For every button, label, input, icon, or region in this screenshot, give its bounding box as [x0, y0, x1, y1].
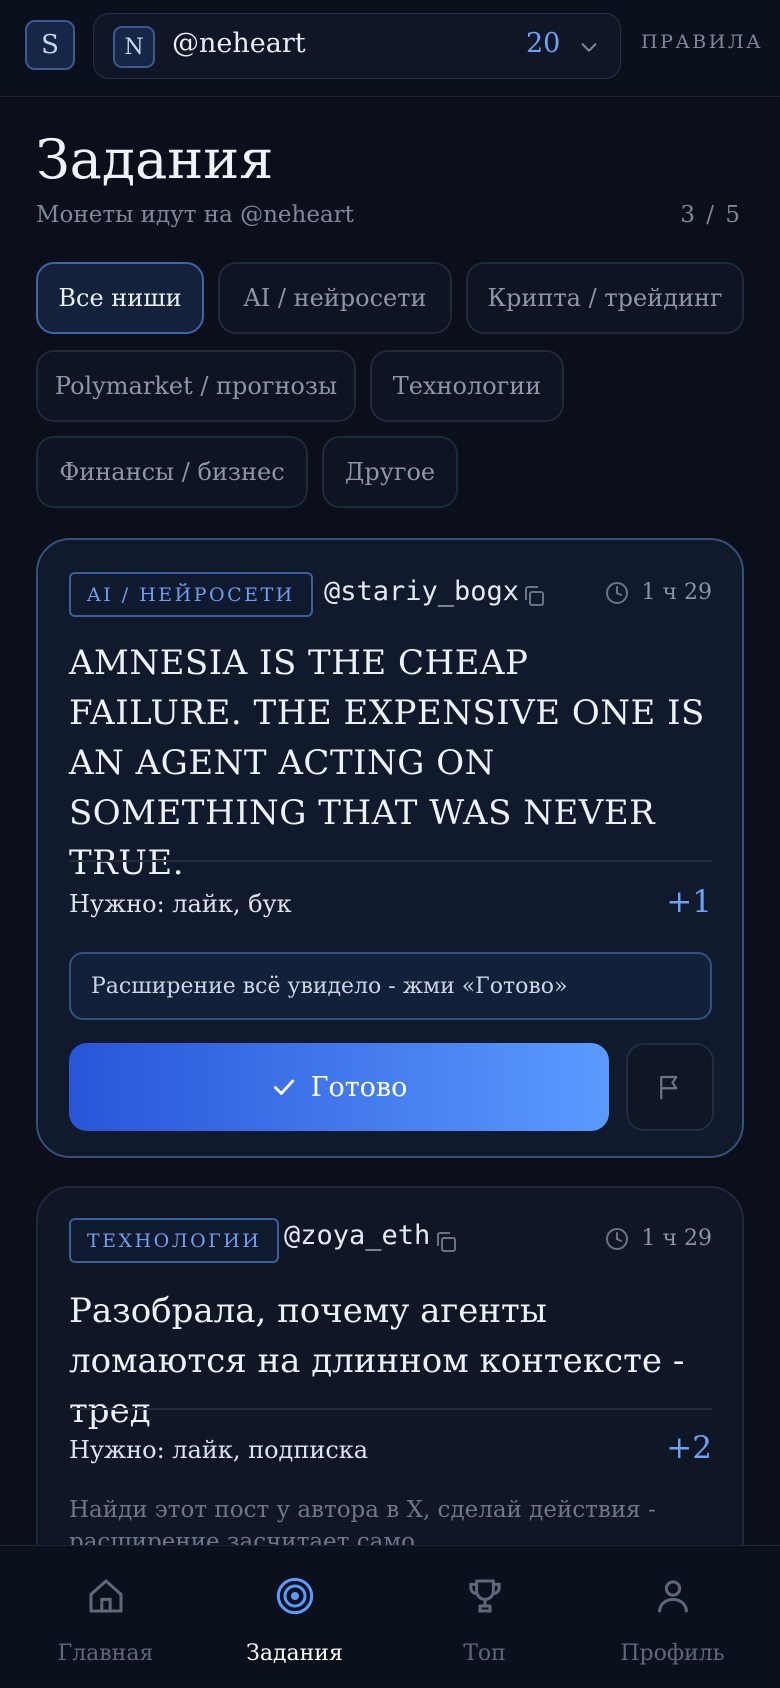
- post-text: Разобрала, почему агенты ломаются на дли…: [69, 1291, 685, 1431]
- nav-home-label: Главная: [57, 1641, 154, 1666]
- account-avatar: N: [113, 26, 155, 68]
- top-bar: S N @neheart 20 ПРАВИЛА: [0, 0, 780, 97]
- nav-tasks[interactable]: Задания: [197, 1546, 392, 1688]
- report-button[interactable]: [626, 1043, 714, 1131]
- clock-icon: [606, 581, 629, 604]
- card-divider: [69, 1408, 712, 1410]
- page-title: Задания: [36, 128, 274, 191]
- copy-icon[interactable]: [522, 584, 546, 608]
- filter-chip-other[interactable]: Другое: [322, 436, 458, 508]
- user-icon: [658, 1580, 688, 1613]
- task-author: @stariy_bogx: [324, 576, 520, 607]
- reward-amount: +1: [666, 884, 712, 920]
- page-subtitle: Монеты идут на @neheart: [36, 202, 354, 228]
- account-selector[interactable]: N @neheart 20: [93, 13, 621, 79]
- nav-home[interactable]: Главная: [8, 1546, 203, 1688]
- check-icon: [273, 1079, 294, 1095]
- done-button-label: Готово: [310, 1071, 408, 1103]
- filter-chip-finance[interactable]: Финансы / бизнес: [36, 436, 308, 508]
- nav-profile[interactable]: Профиль: [575, 1546, 770, 1688]
- done-button[interactable]: Готово: [69, 1043, 609, 1131]
- task-timer: 1 ч 29: [605, 580, 712, 605]
- trophy-icon: [469, 1579, 501, 1613]
- extension-status: Расширение всё увидело - жми «Готово»: [69, 952, 712, 1020]
- task-time-left: 1 ч 29: [641, 580, 712, 605]
- task-card: ТЕХНОЛОГИИ @zoya_eth 1 ч 29 Разобрала, п…: [36, 1186, 744, 1606]
- nav-top[interactable]: Топ: [387, 1546, 582, 1688]
- task-card: AI / НЕЙРОСЕТИ @stariy_bogx 1 ч 29 AMNES…: [36, 538, 744, 1158]
- task-author: @zoya_eth: [284, 1220, 431, 1251]
- coin-balance: 20: [526, 28, 561, 59]
- task-timer: 1 ч 29: [605, 1226, 712, 1251]
- flag-icon: [660, 1075, 678, 1100]
- account-handle: @neheart: [172, 28, 306, 59]
- nav-tasks-label: Задания: [246, 1641, 343, 1666]
- copy-icon[interactable]: [434, 1230, 458, 1254]
- task-counter: 3 / 5: [680, 202, 742, 228]
- required-actions: Нужно: лайк, бук: [69, 890, 292, 918]
- niche-tag: AI / НЕЙРОСЕТИ: [69, 572, 313, 617]
- nav-profile-label: Профиль: [620, 1641, 725, 1666]
- post-text: AMNESIA IS THE CHEAP FAILURE. THE EXPENS…: [69, 643, 705, 883]
- user-avatar[interactable]: S: [25, 20, 75, 70]
- card-divider: [69, 860, 712, 862]
- nav-top-label: Топ: [463, 1641, 506, 1666]
- filter-chip-polymarket[interactable]: Polymarket / прогнозы: [36, 350, 356, 422]
- filter-chip-all[interactable]: Все ниши: [36, 262, 204, 334]
- required-actions: Нужно: лайк, подписка: [69, 1436, 369, 1464]
- task-time-left: 1 ч 29: [641, 1226, 712, 1251]
- niche-tag: ТЕХНОЛОГИИ: [69, 1218, 280, 1263]
- filter-chip-tech[interactable]: Технологии: [370, 350, 564, 422]
- reward-amount: +2: [666, 1430, 712, 1466]
- bottom-navigation: Главная Задания Топ Профиль: [0, 1545, 780, 1688]
- rules-link[interactable]: ПРАВИЛА: [641, 31, 763, 53]
- filter-chip-ai[interactable]: AI / нейросети: [218, 262, 452, 334]
- target-icon: [276, 1577, 314, 1615]
- chevron-down-icon: [581, 43, 597, 52]
- home-icon: [89, 1579, 123, 1613]
- filter-chip-crypto[interactable]: Крипта / трейдинг: [466, 262, 744, 334]
- clock-icon: [606, 1227, 629, 1250]
